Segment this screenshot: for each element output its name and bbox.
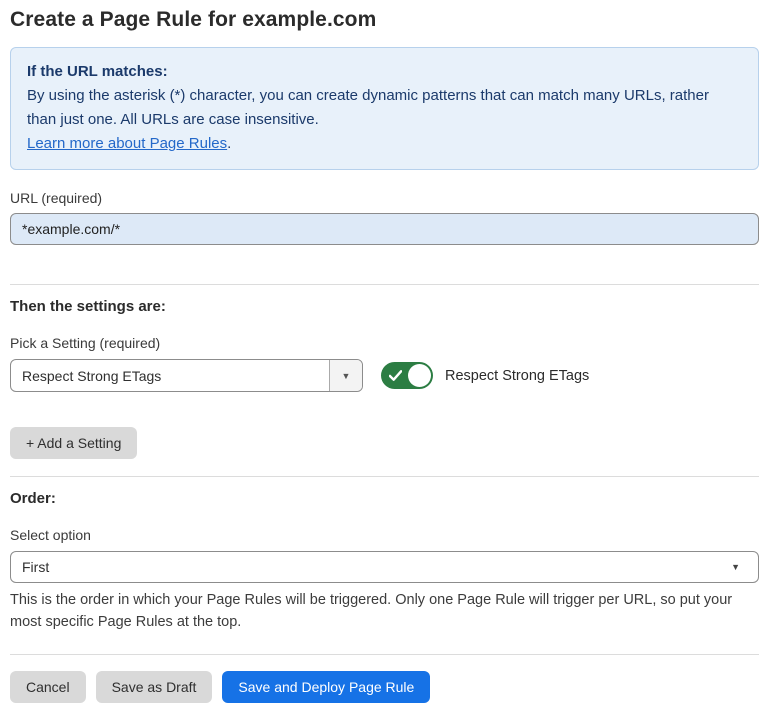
setting-toggle[interactable] <box>381 362 433 389</box>
add-setting-button[interactable]: + Add a Setting <box>10 427 137 459</box>
toggle-knob <box>408 364 431 387</box>
info-box-link-line: Learn more about Page Rules. <box>27 132 742 156</box>
url-field-label: URL (required) <box>10 190 759 206</box>
url-match-info-box: If the URL matches: By using the asteris… <box>10 47 759 170</box>
url-input[interactable] <box>10 213 759 245</box>
info-box-body: By using the asterisk (*) character, you… <box>27 84 742 132</box>
setting-row: Respect Strong ETags ▼ Respect Strong ET… <box>10 359 759 392</box>
save-and-deploy-button[interactable]: Save and Deploy Page Rule <box>222 671 430 703</box>
setting-picker-label: Pick a Setting (required) <box>10 335 759 351</box>
section-divider <box>10 476 759 477</box>
link-suffix: . <box>227 135 231 152</box>
setting-select-value: Respect Strong ETags <box>11 360 329 391</box>
cancel-button[interactable]: Cancel <box>10 671 86 703</box>
chevron-down-icon: ▼ <box>731 562 740 572</box>
footer-actions: Cancel Save as Draft Save and Deploy Pag… <box>10 671 759 703</box>
setting-select[interactable]: Respect Strong ETags ▼ <box>10 359 363 392</box>
order-select-value: First <box>22 559 49 575</box>
chevron-down-icon[interactable]: ▼ <box>329 360 362 391</box>
order-help-text: This is the order in which your Page Rul… <box>10 589 750 633</box>
order-select-label: Select option <box>10 527 759 543</box>
toggle-label: Respect Strong ETags <box>445 368 589 384</box>
check-icon <box>389 369 402 382</box>
info-box-heading: If the URL matches: <box>27 60 742 84</box>
order-select[interactable]: First ▼ <box>10 551 759 583</box>
section-divider <box>10 284 759 285</box>
page-title: Create a Page Rule for example.com <box>10 8 759 32</box>
save-as-draft-button[interactable]: Save as Draft <box>96 671 213 703</box>
footer-divider <box>10 654 759 655</box>
learn-more-link[interactable]: Learn more about Page Rules <box>27 135 227 152</box>
create-page-rule-form: Create a Page Rule for example.com If th… <box>0 0 769 703</box>
settings-section-heading: Then the settings are: <box>10 298 759 315</box>
order-section-heading: Order: <box>10 490 759 507</box>
